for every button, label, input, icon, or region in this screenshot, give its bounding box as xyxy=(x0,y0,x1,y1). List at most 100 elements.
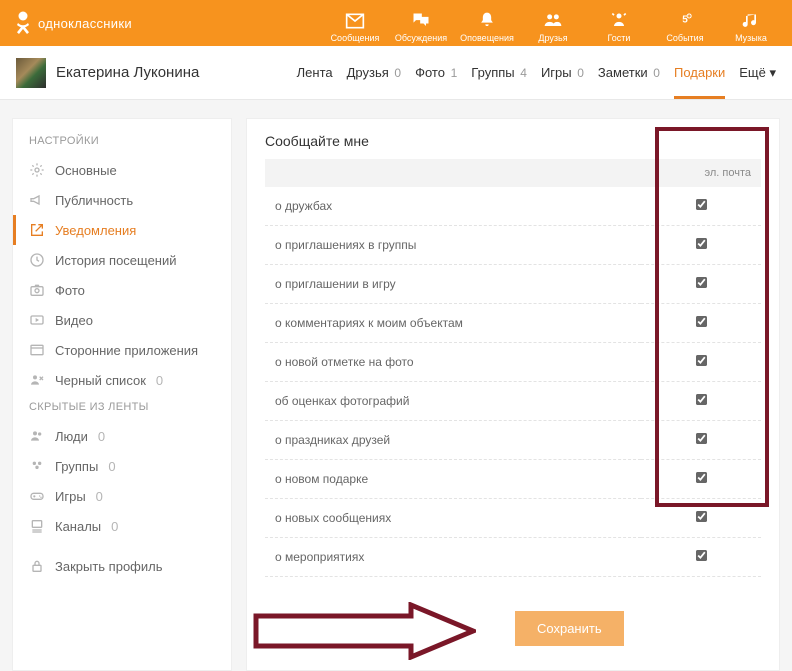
topnav-item-label: Гости xyxy=(608,33,631,43)
email-checkbox[interactable] xyxy=(695,199,706,210)
sidebar-item-groups[interactable]: Группы 0 xyxy=(13,451,231,481)
sidebar-item-camera[interactable]: Фото xyxy=(13,275,231,305)
sidebar-item-label: Видео xyxy=(55,313,93,328)
camera-icon xyxy=(29,282,45,298)
topnav-item-label: Музыка xyxy=(735,33,767,43)
sidebar-item-label: Каналы xyxy=(55,519,101,534)
gear-icon xyxy=(29,162,45,178)
topnav-item-label: Сообщения xyxy=(331,33,380,43)
tab-label: Игры xyxy=(541,65,572,80)
tab-label: Фото xyxy=(415,65,445,80)
lock-icon xyxy=(29,558,45,574)
tab-лента[interactable]: Лента xyxy=(297,61,333,85)
top-nav: одноклассники Сообщения ОбсужденияОповеще… xyxy=(0,0,792,46)
row-label: о праздниках друзей xyxy=(265,421,641,460)
table-row: о мероприятиях xyxy=(265,538,761,577)
tab-count: 0 xyxy=(394,66,401,80)
topnav-item-guests[interactable]: Гости xyxy=(586,0,652,46)
tab-друзья[interactable]: Друзья 0 xyxy=(347,61,401,85)
annotation-arrow-icon xyxy=(251,602,476,660)
tab-подарки[interactable]: Подарки xyxy=(674,61,725,85)
sidebar-item-label: Закрыть профиль xyxy=(55,559,163,574)
tab-ещё[interactable]: Ещё ▾ xyxy=(739,61,776,85)
sidebar-item-label: Сторонние приложения xyxy=(55,343,198,358)
sidebar-item-games[interactable]: Игры 0 xyxy=(13,481,231,511)
email-checkbox[interactable] xyxy=(695,433,706,444)
sidebar-item-label: Черный список xyxy=(55,373,146,388)
save-button[interactable]: Сохранить xyxy=(515,611,624,646)
sidebar-item-horn[interactable]: Публичность xyxy=(13,185,231,215)
avatar[interactable] xyxy=(16,58,46,88)
groups-icon xyxy=(29,458,45,474)
tab-label: Группы xyxy=(471,65,514,80)
tab-игры[interactable]: Игры 0 xyxy=(541,61,584,85)
horn-icon xyxy=(29,192,45,208)
window-icon xyxy=(29,342,45,358)
sidebar-item-label: Фото xyxy=(55,283,85,298)
topnav-item-friends[interactable]: Друзья xyxy=(520,0,586,46)
row-label: о новой отметке на фото xyxy=(265,343,641,382)
profile-tabs: Лента Друзья 0 Фото 1 Группы 4 Игры 0 Заметки… xyxy=(297,61,776,85)
tab-label: Подарки xyxy=(674,65,725,80)
sidebar-item-label: Игры xyxy=(55,489,86,504)
row-label: о комментариях к моим объектам xyxy=(265,304,641,343)
sidebar-item-video[interactable]: Видео xyxy=(13,305,231,335)
sidebar-heading-settings: НАСТРОЙКИ xyxy=(13,129,231,155)
blacklist-icon xyxy=(29,372,45,388)
notifications-panel: Сообщайте мне эл. почта о дружбахо пригл… xyxy=(246,118,780,671)
table-row: об оценках фотографий xyxy=(265,382,761,421)
sidebar-item-label: Основные xyxy=(55,163,117,178)
sidebar-item-count: 0 xyxy=(96,489,103,504)
sidebar-item-people[interactable]: Люди 0 xyxy=(13,421,231,451)
email-checkbox[interactable] xyxy=(695,355,706,366)
topnav-item-music[interactable]: Музыка xyxy=(718,0,784,46)
sidebar-item-share[interactable]: Уведомления xyxy=(13,215,231,245)
sidebar-item-clock[interactable]: История посещений xyxy=(13,245,231,275)
channels-icon xyxy=(29,518,45,534)
sidebar-item-channels[interactable]: Каналы 0 xyxy=(13,511,231,541)
row-label: об оценках фотографий xyxy=(265,382,641,421)
share-icon xyxy=(29,222,45,238)
email-checkbox[interactable] xyxy=(695,277,706,288)
ok-logo-icon xyxy=(14,9,32,37)
sidebar-item-count: 0 xyxy=(108,459,115,474)
settings-sidebar: НАСТРОЙКИ Основные Публичность Уведомления… xyxy=(12,118,232,671)
music-icon xyxy=(740,11,762,31)
topnav-item-label: Друзья xyxy=(538,33,567,43)
sidebar-item-blacklist[interactable]: Черный список 0 xyxy=(13,365,231,395)
row-label: о новых сообщениях xyxy=(265,499,641,538)
tab-группы[interactable]: Группы 4 xyxy=(471,61,527,85)
brand[interactable]: одноклассники xyxy=(14,9,132,37)
sidebar-item-count: 0 xyxy=(98,429,105,444)
row-label: о дружбах xyxy=(265,187,641,226)
topnav-item-discuss[interactable]: Обсуждения xyxy=(388,0,454,46)
sidebar-item-label: Уведомления xyxy=(55,223,136,238)
sidebar-item-window[interactable]: Сторонние приложения xyxy=(13,335,231,365)
email-checkbox[interactable] xyxy=(695,472,706,483)
email-checkbox[interactable] xyxy=(695,511,706,522)
tab-фото[interactable]: Фото 1 xyxy=(415,61,457,85)
table-row: о праздниках друзей xyxy=(265,421,761,460)
tab-заметки[interactable]: Заметки 0 xyxy=(598,61,660,85)
table-row: о комментариях к моим объектам xyxy=(265,304,761,343)
topnav-item-messages[interactable]: Сообщения xyxy=(322,0,388,46)
people-icon xyxy=(29,428,45,444)
guests-icon xyxy=(608,11,630,31)
topnav-item-notify[interactable]: Оповещения xyxy=(454,0,520,46)
tab-label: Лента xyxy=(297,65,333,80)
mail-icon xyxy=(344,11,366,31)
sidebar-item-close-profile[interactable]: Закрыть профиль xyxy=(13,551,231,581)
table-row: о новом подарке xyxy=(265,460,761,499)
games-icon xyxy=(29,488,45,504)
user-name[interactable]: Екатерина Луконина xyxy=(56,64,199,81)
column-email: эл. почта xyxy=(641,159,761,187)
sidebar-item-gear[interactable]: Основные xyxy=(13,155,231,185)
email-checkbox[interactable] xyxy=(695,394,706,405)
email-checkbox[interactable] xyxy=(695,316,706,327)
brand-name: одноклассники xyxy=(38,16,132,31)
email-checkbox[interactable] xyxy=(695,238,706,249)
topnav-item-events[interactable]: События xyxy=(652,0,718,46)
table-row: о дружбах xyxy=(265,187,761,226)
email-checkbox[interactable] xyxy=(695,550,706,561)
clock-icon xyxy=(29,252,45,268)
